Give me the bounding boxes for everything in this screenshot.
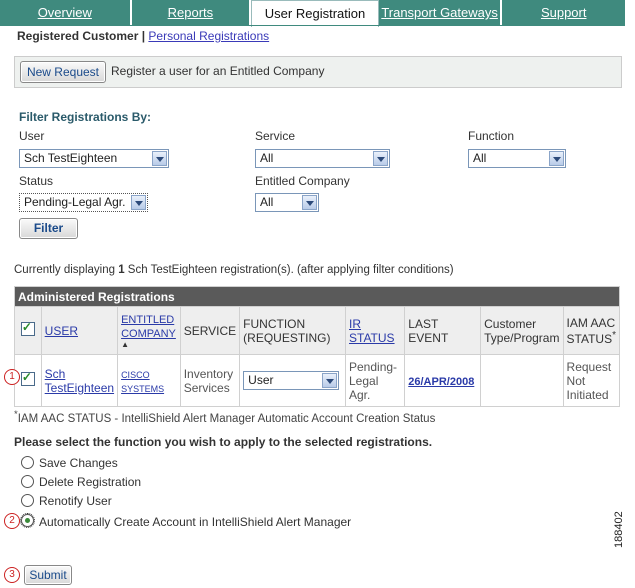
new-request-button[interactable]: New Request [20, 61, 106, 83]
iam-footnote-mark: * [612, 329, 616, 341]
auto-create-account-label: Automatically Create Account in IntelliS… [39, 515, 352, 529]
function-filter-value: All [473, 151, 487, 165]
callout-1: 1 [4, 369, 20, 385]
service-column-header: SERVICE [179, 306, 241, 355]
sort-asc-icon: ▲ [121, 340, 129, 349]
row-function-value: User [248, 373, 274, 387]
new-request-description: Register a user for an Entitled Company [111, 64, 325, 78]
subnav-current: Registered Customer [17, 29, 139, 43]
row-function-select[interactable]: User [243, 371, 340, 390]
company-filter-value: All [260, 195, 274, 209]
renotify-user-label: Renotify User [39, 494, 112, 508]
table-row: Sch TestEighteen CISCO SYSTEMS Inventory… [14, 354, 621, 407]
registrations-table: Administered Registrations USER ENTITLED… [14, 286, 621, 407]
footnote-text: IAM AAC STATUS - IntelliShield Alert Man… [17, 412, 436, 425]
last-event-column-header: LAST EVENT [404, 306, 482, 355]
user-filter-label: User [19, 129, 45, 143]
status-filter-select[interactable]: Pending-Legal Agr. [19, 193, 148, 212]
chevron-down-icon [373, 151, 388, 166]
chevron-down-icon [152, 151, 167, 166]
filter-title: Filter Registrations By: [19, 110, 152, 124]
function-filter-label: Function [468, 129, 515, 143]
table-title: Administered Registrations [14, 286, 620, 307]
results-suffix: Sch TestEighteen registration(s). (after… [124, 264, 454, 276]
filter-button[interactable]: Filter [19, 218, 78, 239]
status-filter-label: Status [19, 174, 54, 188]
row-ir-status: Pending-Legal Agr. [344, 354, 406, 407]
callout-2: 2 [4, 513, 20, 529]
tab-user-registration[interactable]: User Registration [251, 0, 379, 27]
ir-status-column-header[interactable]: IR STATUS [349, 317, 395, 345]
row-iam-status: Request Not Initiated [562, 354, 621, 407]
row-customer-type [480, 354, 564, 407]
function-filter-select[interactable]: All [468, 149, 566, 168]
figure-id: 188402 [613, 511, 625, 548]
select-all-checkbox[interactable] [20, 320, 35, 336]
row-user-link[interactable]: Sch TestEighteen [45, 367, 114, 395]
service-filter-label: Service [255, 129, 296, 143]
chevron-down-icon [322, 373, 338, 388]
results-summary: Currently displaying 1 Sch TestEighteen … [14, 264, 454, 276]
user-filter-select[interactable]: Sch TestEighteen [19, 149, 169, 168]
renotify-user-radio[interactable] [21, 494, 34, 507]
save-changes-label: Save Changes [39, 456, 118, 470]
company-column-header[interactable]: ENTITLED COMPANY [121, 314, 176, 340]
delete-registration-radio[interactable] [21, 475, 34, 488]
delete-registration-label: Delete Registration [39, 475, 142, 489]
callout-3: 3 [4, 567, 20, 583]
results-prefix: Currently displaying [14, 264, 119, 276]
tab-support[interactable]: Support [502, 0, 626, 25]
row-checkbox[interactable] [20, 370, 35, 386]
tab-underline [0, 25, 625, 26]
tab-reports[interactable]: Reports [131, 0, 252, 25]
top-tab-bar: Overview Reports User Registration Trans… [0, 0, 626, 27]
sub-navigation: Registered Customer | Personal Registrat… [17, 29, 269, 43]
user-column-header[interactable]: USER [45, 324, 78, 338]
service-filter-select[interactable]: All [255, 149, 390, 168]
personal-registrations-link[interactable]: Personal Registrations [148, 29, 269, 43]
chevron-down-icon [131, 195, 146, 210]
row-company-link[interactable]: CISCO SYSTEMS [121, 370, 164, 394]
footnote: *IAM AAC STATUS - IntelliShield Alert Ma… [14, 409, 435, 425]
apply-function-prompt: Please select the function you wish to a… [14, 435, 433, 449]
status-filter-value: Pending-Legal Agr. [24, 195, 126, 209]
tab-overview[interactable]: Overview [0, 0, 132, 25]
tab-transport-gateways[interactable]: Transport Gateways [378, 0, 503, 25]
service-filter-value: All [260, 151, 274, 165]
user-filter-value: Sch TestEighteen [24, 151, 118, 165]
submit-button[interactable]: Submit [24, 565, 72, 585]
auto-create-account-radio[interactable] [20, 513, 35, 528]
row-last-event-link[interactable]: 26/APR/2008 [408, 376, 474, 388]
chevron-down-icon [302, 195, 317, 210]
company-filter-select[interactable]: All [255, 193, 319, 212]
customer-type-column-header: Customer Type/Program [480, 306, 564, 355]
chevron-down-icon [549, 151, 564, 166]
save-changes-radio[interactable] [21, 456, 34, 469]
subnav-separator: | [138, 29, 149, 43]
row-service: Inventory Services [179, 354, 241, 407]
function-column-header: FUNCTION (REQUESTING) [239, 306, 346, 355]
company-filter-label: Entitled Company [255, 174, 350, 188]
iam-status-column-header: IAM AAC STATUS [566, 315, 616, 346]
